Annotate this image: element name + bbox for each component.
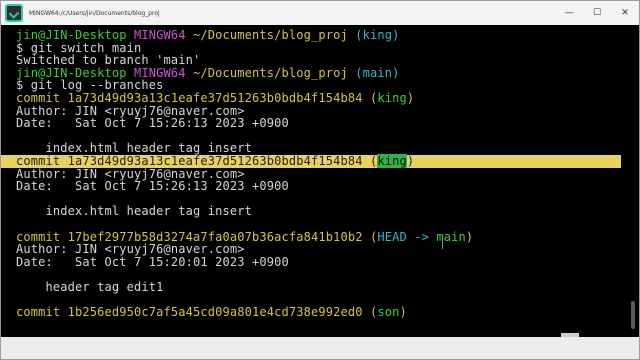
commit-message: index.html header tag insert (16, 204, 252, 219)
ref-paren: ) (465, 229, 474, 244)
ref-paren: ) (406, 90, 415, 105)
prompt-path: ~/Documents/blog_proj (193, 65, 348, 80)
date-line: Date: Sat Oct 7 15:20:01 2023 +0900 (16, 254, 289, 269)
commit-hash: commit 1b256ed950c7af5a45cd09a801e4cd738… (16, 305, 363, 320)
author-line: Author: JIN <ryuyj76@naver.com> (16, 242, 245, 257)
prompt-path: ~/Documents/blog_proj (193, 29, 348, 42)
date-line: Date: Sat Oct 7 15:26:13 2023 +0900 (16, 179, 289, 194)
commit-hash: commit 1a73d49d93a13c1eafe37d51263b0bdb4… (16, 153, 363, 168)
ref-branch: king (377, 153, 407, 168)
commit-line: commit 1a73d49d93a13c1eafe37d51263b0bdb4… (16, 92, 639, 105)
maximize-button[interactable]: ☐ (583, 1, 611, 25)
ref-head: HEAD -> (377, 229, 437, 244)
mouse-cursor-icon (442, 241, 443, 249)
date-line: Date: Sat Oct 7 15:26:13 2023 +0900 (16, 116, 289, 131)
title-bar[interactable]: MINGW64:/c/Users/jin/Documents/blog_proj… (1, 1, 639, 25)
ref-paren: ) (406, 153, 415, 168)
commit-line: commit 1b256ed950c7af5a45cd09a801e4cd738… (16, 306, 639, 319)
close-button[interactable]: ✕ (611, 1, 639, 25)
ref-branch: king (377, 90, 407, 105)
prompt-shell: MINGW64 (134, 29, 186, 42)
commit-message: header tag edit1 (16, 279, 164, 294)
ref-paren: ( (362, 90, 378, 105)
window-title: MINGW64:/c/Users/jin/Documents/blog_proj (29, 9, 160, 17)
commit-hash: commit 1a73d49d93a13c1eafe37d51263b0bdb4… (16, 90, 363, 105)
prompt-branch: (main) (355, 65, 400, 80)
window-bottom-edge (1, 337, 639, 359)
ref-paren: ) (399, 305, 407, 320)
ref-paren: ( (362, 229, 378, 244)
ref-branch: son (377, 305, 400, 320)
ref-branch: main (436, 229, 466, 244)
prompt-branch: (king) (355, 29, 400, 42)
terminal-window: MINGW64:/c/Users/jin/Documents/blog_proj… (0, 0, 640, 360)
terminal-app-icon (5, 4, 23, 22)
ref-paren: ( (362, 305, 378, 320)
ref-paren: ( (362, 153, 378, 168)
scrollbar-thumb[interactable] (631, 301, 635, 329)
prompt-line: jin@JIN-Desktop MINGW64 ~/Documents/blog… (16, 29, 639, 42)
terminal-output[interactable]: jin@JIN-Desktop MINGW64 ~/Documents/blog… (1, 29, 639, 339)
minimize-button[interactable]: — (555, 1, 583, 25)
commit-line-highlighted: commit 1a73d49d93a13c1eafe37d51263b0bdb4… (1, 153, 621, 168)
